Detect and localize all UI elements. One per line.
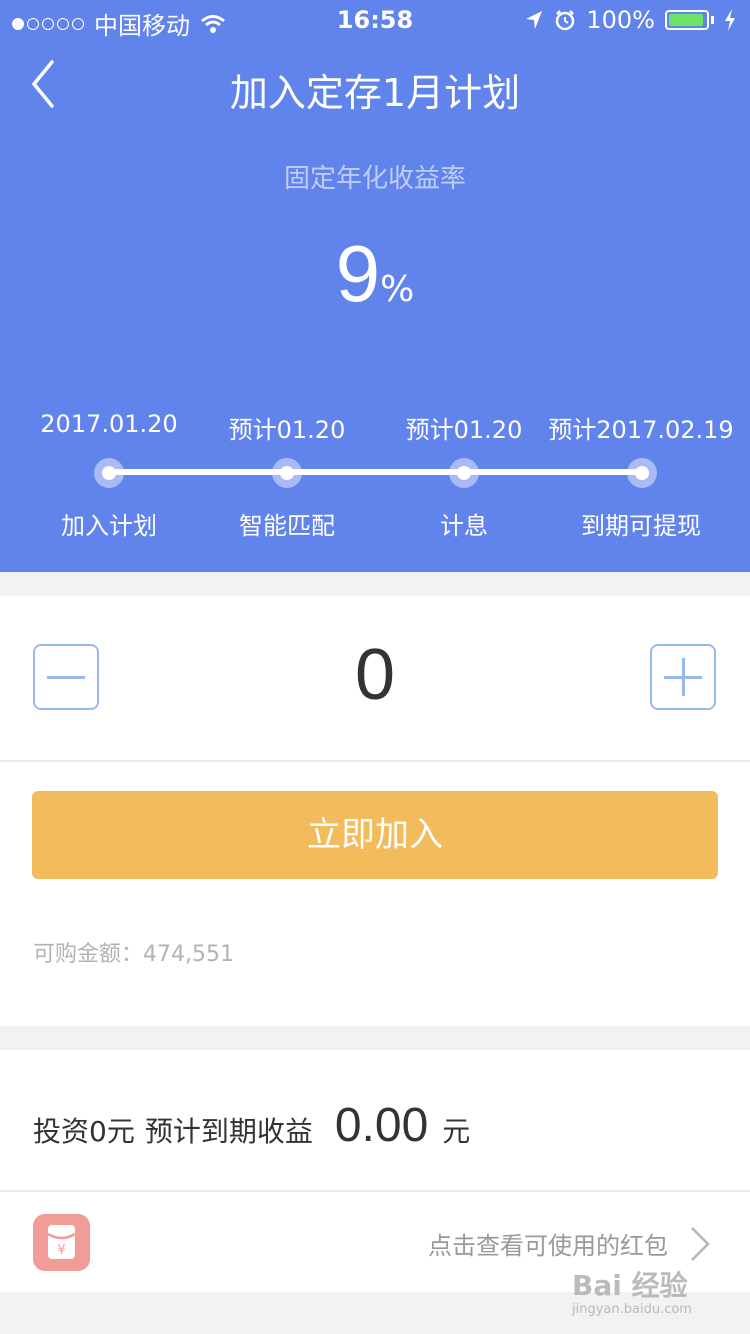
- returns-card: 投资0元 预计到期收益 0.00 元 ¥ 点击查看可使用的红包: [0, 1050, 750, 1292]
- page-title: 加入定存1月计划: [229, 71, 521, 115]
- status-right: 100%: [524, 6, 736, 34]
- timeline-date-interest: 预计01.20: [405, 416, 523, 444]
- purchase-card: 0 立即加入 可购金额：474,551: [0, 596, 750, 1026]
- timeline-node: [94, 458, 124, 488]
- red-packet-icon: ¥: [33, 1214, 90, 1271]
- timeline-date-match: 预计01.20: [228, 416, 346, 444]
- expected-label: 预计到期收益: [144, 1115, 313, 1148]
- timeline-date-maturity: 预计2017.02.19: [548, 416, 734, 444]
- divider: [0, 760, 750, 762]
- amount-value[interactable]: 0: [0, 634, 750, 716]
- timeline-step-interest: 计息: [440, 512, 488, 540]
- timeline-line: [108, 469, 642, 475]
- available-amount: 可购金额：474,551: [33, 936, 234, 968]
- expected-value: 0.00: [334, 1099, 429, 1152]
- alarm-icon: [556, 10, 575, 31]
- timeline-step-maturity: 到期可提现: [581, 512, 701, 540]
- join-now-button[interactable]: 立即加入: [32, 791, 718, 879]
- rate-display: 9%: [0, 228, 750, 320]
- available-value: 474,551: [143, 942, 234, 967]
- rate-value: 9: [335, 229, 381, 318]
- timeline-step-match: 智能匹配: [239, 512, 335, 540]
- timeline-date-join: 2017.01.20: [40, 410, 178, 438]
- rate-unit: %: [380, 269, 415, 310]
- timeline-step-join: 加入计划: [61, 512, 157, 540]
- charging-icon: [725, 9, 735, 31]
- timeline-node: [627, 458, 657, 488]
- chevron-right-icon: [691, 1227, 710, 1261]
- status-bar: 中国移动 16:58 100%: [0, 0, 750, 40]
- location-icon: [526, 11, 543, 29]
- red-packet-glyph: ¥: [57, 1243, 65, 1258]
- red-packet-link[interactable]: 点击查看可使用的红包: [428, 1226, 668, 1261]
- plus-button[interactable]: [650, 644, 716, 710]
- expected-return: 投资0元 预计到期收益 0.00 元: [33, 1098, 470, 1153]
- battery-percent: 100%: [586, 6, 655, 34]
- watermark-url: jingyan.baidu.com: [572, 1302, 692, 1317]
- expected-unit: 元: [442, 1115, 471, 1148]
- timeline-node: [272, 458, 302, 488]
- plan-header: 中国移动 16:58 100% 加入定存1月计划 固定年化收益率 9% 2017…: [0, 0, 750, 572]
- watermark: Bai 经验 jingyan.baidu.com: [572, 1264, 732, 1317]
- available-label: 可购金额：: [33, 942, 144, 967]
- timeline-node: [449, 458, 479, 488]
- battery-icon: [665, 10, 709, 30]
- watermark-logo: Bai 经验: [572, 1269, 688, 1302]
- invest-text: 投资0元: [33, 1115, 135, 1148]
- rate-label: 固定年化收益率: [283, 164, 466, 194]
- nav-bar: 加入定存1月计划: [0, 40, 750, 130]
